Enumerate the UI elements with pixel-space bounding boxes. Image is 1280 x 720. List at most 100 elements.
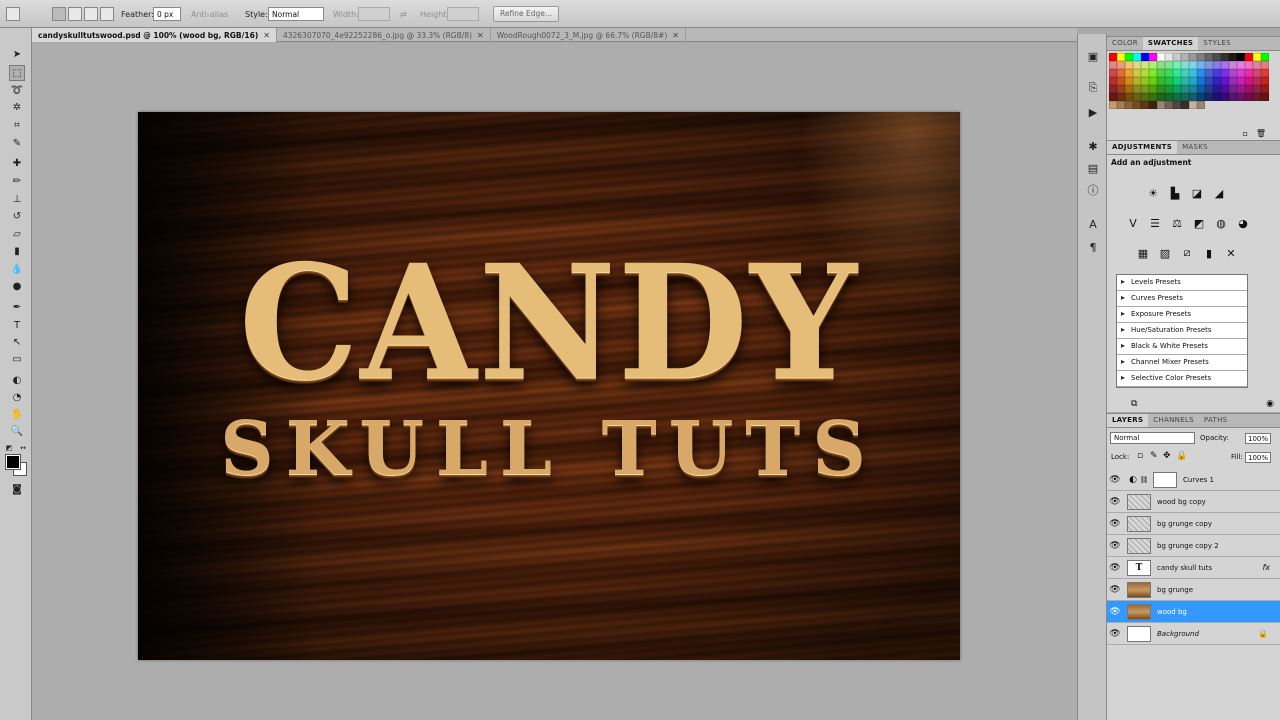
quick-mask-icon[interactable]: ◙ — [9, 481, 25, 497]
clone-stamp-tool-icon[interactable]: ⊥ — [9, 191, 25, 207]
layer-row[interactable]: 👁 ◐ ⛓ Curves 1 — [1107, 469, 1280, 491]
preset-selective-color[interactable]: Selective Color Presets — [1117, 371, 1247, 387]
delete-swatch-icon[interactable]: 🗑 — [1256, 129, 1266, 138]
swatch[interactable] — [1245, 85, 1253, 93]
swatch[interactable] — [1181, 101, 1189, 109]
swatch[interactable] — [1197, 77, 1205, 85]
foreground-color-swatch[interactable] — [5, 454, 21, 470]
type-tool-icon[interactable]: T — [9, 317, 25, 333]
marquee-preset-icon[interactable] — [6, 7, 20, 21]
close-icon[interactable]: ✕ — [263, 31, 270, 40]
swatch[interactable] — [1237, 53, 1245, 61]
visibility-eye-icon[interactable]: 👁 — [1107, 629, 1123, 639]
swatch[interactable] — [1125, 77, 1133, 85]
visibility-toggle-icon[interactable]: ◉ — [1266, 399, 1274, 409]
3d-rotate-tool-icon[interactable]: ◐ — [9, 372, 25, 388]
crop-tool-icon[interactable]: ⌗ — [9, 117, 25, 133]
swatch[interactable] — [1117, 77, 1125, 85]
layer-row[interactable]: 👁 bg grunge — [1107, 579, 1280, 601]
swatch[interactable] — [1261, 85, 1269, 93]
style-select[interactable]: Normal — [268, 7, 324, 21]
tab-swatches[interactable]: SWATCHES — [1142, 37, 1199, 50]
swatch[interactable] — [1213, 53, 1221, 61]
swatch[interactable] — [1261, 53, 1269, 61]
swatch[interactable] — [1133, 61, 1141, 69]
swatch[interactable] — [1221, 77, 1229, 85]
visibility-eye-icon[interactable]: 👁 — [1107, 585, 1123, 595]
info-icon[interactable]: ⓘ — [1085, 182, 1101, 198]
visibility-eye-icon[interactable]: 👁 — [1107, 563, 1123, 573]
blend-mode-select[interactable]: Normal — [1110, 432, 1195, 444]
swatch[interactable] — [1197, 61, 1205, 69]
swatch[interactable] — [1165, 61, 1173, 69]
marquee-tool-icon[interactable]: ⬚ — [9, 65, 25, 81]
channel-mixer-icon[interactable]: ◕ — [1235, 215, 1251, 231]
swatch[interactable] — [1173, 61, 1181, 69]
swatch[interactable] — [1157, 69, 1165, 77]
new-swatch-icon[interactable]: ▫ — [1243, 129, 1248, 138]
swatch[interactable] — [1205, 93, 1213, 101]
tab-channels[interactable]: CHANNELS — [1148, 414, 1199, 427]
layer-name[interactable]: wood bg copy — [1157, 498, 1280, 506]
move-tool-icon[interactable]: ➤ — [9, 46, 25, 62]
swatch[interactable] — [1109, 69, 1117, 77]
width-input[interactable] — [358, 7, 390, 21]
swatch[interactable] — [1189, 93, 1197, 101]
path-select-tool-icon[interactable]: ↖ — [9, 334, 25, 350]
swatch[interactable] — [1109, 61, 1117, 69]
refine-edge-button[interactable]: Refine Edge... — [493, 6, 559, 22]
blur-tool-icon[interactable]: 💧 — [9, 261, 25, 277]
swatch[interactable] — [1253, 53, 1261, 61]
layer-thumbnail[interactable] — [1127, 493, 1151, 510]
swatch[interactable] — [1229, 61, 1237, 69]
brightness-contrast-icon[interactable]: ☀ — [1145, 185, 1161, 201]
swatch[interactable] — [1109, 85, 1117, 93]
curves-icon[interactable]: ◪ — [1189, 185, 1205, 201]
fill-input[interactable]: 100% — [1245, 452, 1271, 463]
swatch[interactable] — [1117, 53, 1125, 61]
tool-presets-icon[interactable]: ✱ — [1085, 138, 1101, 154]
swatch[interactable] — [1229, 69, 1237, 77]
swatch-grid[interactable] — [1109, 53, 1269, 109]
swatch[interactable] — [1237, 93, 1245, 101]
swap-icon[interactable]: ⇄ — [400, 10, 407, 19]
swatch[interactable] — [1141, 77, 1149, 85]
type-layer-icon[interactable]: T — [1127, 559, 1151, 576]
swap-colors-icon[interactable]: ↔ — [18, 440, 28, 456]
lock-transparency-icon[interactable]: ▫ — [1137, 451, 1143, 461]
swatch[interactable] — [1229, 77, 1237, 85]
swatch[interactable] — [1213, 61, 1221, 69]
layer-name[interactable]: candy skull tuts — [1157, 564, 1262, 572]
preset-hue-saturation[interactable]: Hue/Saturation Presets — [1117, 323, 1247, 339]
swatch[interactable] — [1213, 85, 1221, 93]
antialias-checkbox[interactable]: Anti-alias — [191, 10, 228, 19]
swatch[interactable] — [1189, 61, 1197, 69]
swatch[interactable] — [1109, 77, 1117, 85]
swatch[interactable] — [1197, 85, 1205, 93]
posterize-icon[interactable]: ▨ — [1157, 245, 1173, 261]
swatch[interactable] — [1109, 101, 1117, 109]
history-brush-tool-icon[interactable]: ↺ — [9, 208, 25, 224]
navigator-icon[interactable]: ▤ — [1085, 160, 1101, 176]
swatch[interactable] — [1173, 69, 1181, 77]
swatch[interactable] — [1189, 53, 1197, 61]
eraser-tool-icon[interactable]: ▱ — [9, 226, 25, 242]
swatch[interactable] — [1173, 77, 1181, 85]
swatch[interactable] — [1149, 93, 1157, 101]
layer-name[interactable]: bg grunge copy — [1157, 520, 1280, 528]
swatch[interactable] — [1165, 85, 1173, 93]
swatch[interactable] — [1109, 53, 1117, 61]
swatch[interactable] — [1261, 69, 1269, 77]
swatch[interactable] — [1181, 77, 1189, 85]
swatch[interactable] — [1189, 101, 1197, 109]
swatch[interactable] — [1261, 93, 1269, 101]
swatch[interactable] — [1253, 93, 1261, 101]
document-tab[interactable]: candyskulltutswood.psd @ 100% (wood bg, … — [32, 28, 277, 42]
swatch[interactable] — [1141, 53, 1149, 61]
swatch[interactable] — [1221, 61, 1229, 69]
layer-thumbnail[interactable] — [1127, 515, 1151, 532]
preset-exposure[interactable]: Exposure Presets — [1117, 307, 1247, 323]
swatch[interactable] — [1173, 85, 1181, 93]
swatch[interactable] — [1205, 61, 1213, 69]
swatch[interactable] — [1165, 69, 1173, 77]
